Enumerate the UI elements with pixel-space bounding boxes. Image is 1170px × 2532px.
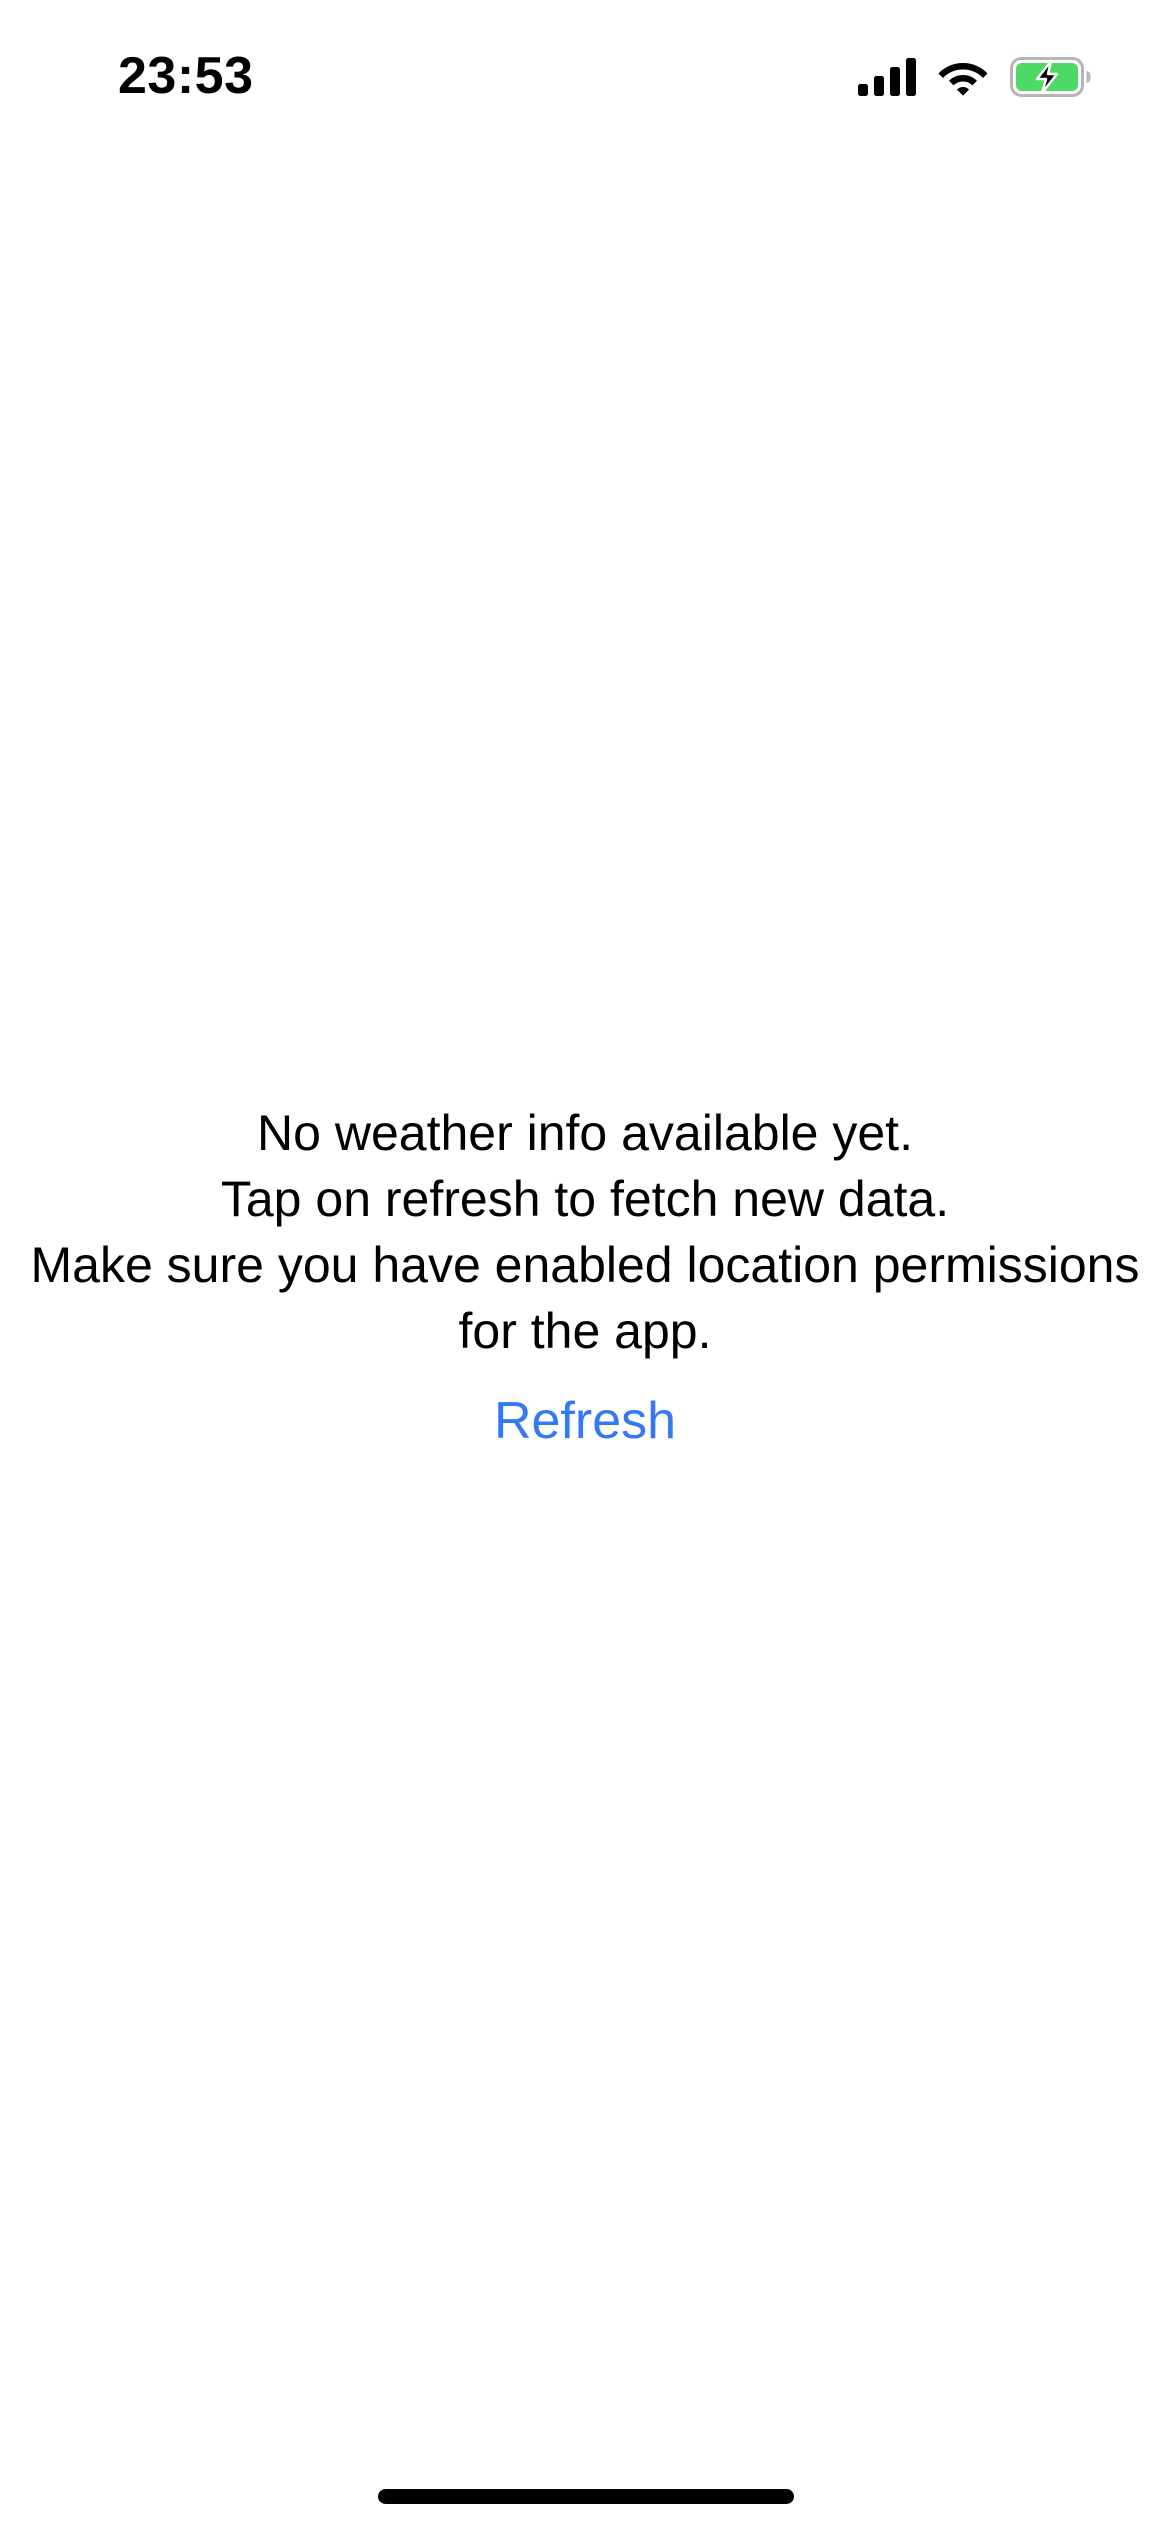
refresh-button[interactable]: Refresh	[484, 1386, 686, 1456]
empty-state-message-line-3: Make sure you have enabled location perm…	[30, 1237, 1140, 1293]
empty-state: No weather info available yet. Tap on re…	[0, 1100, 1170, 1456]
empty-state-message-line-2: Tap on refresh to fetch new data.	[220, 1171, 950, 1227]
status-time: 23:53	[118, 47, 254, 105]
empty-state-message-line-4: for the app.	[458, 1303, 712, 1359]
empty-state-message-line-1: No weather info available yet.	[257, 1105, 913, 1161]
battery-charging-icon	[1010, 57, 1091, 97]
status-icons	[858, 50, 1092, 104]
cellular-signal-icon	[858, 58, 916, 96]
status-bar: 23:53	[0, 0, 1170, 150]
wifi-icon	[938, 63, 988, 96]
home-indicator[interactable]	[378, 2489, 794, 2504]
